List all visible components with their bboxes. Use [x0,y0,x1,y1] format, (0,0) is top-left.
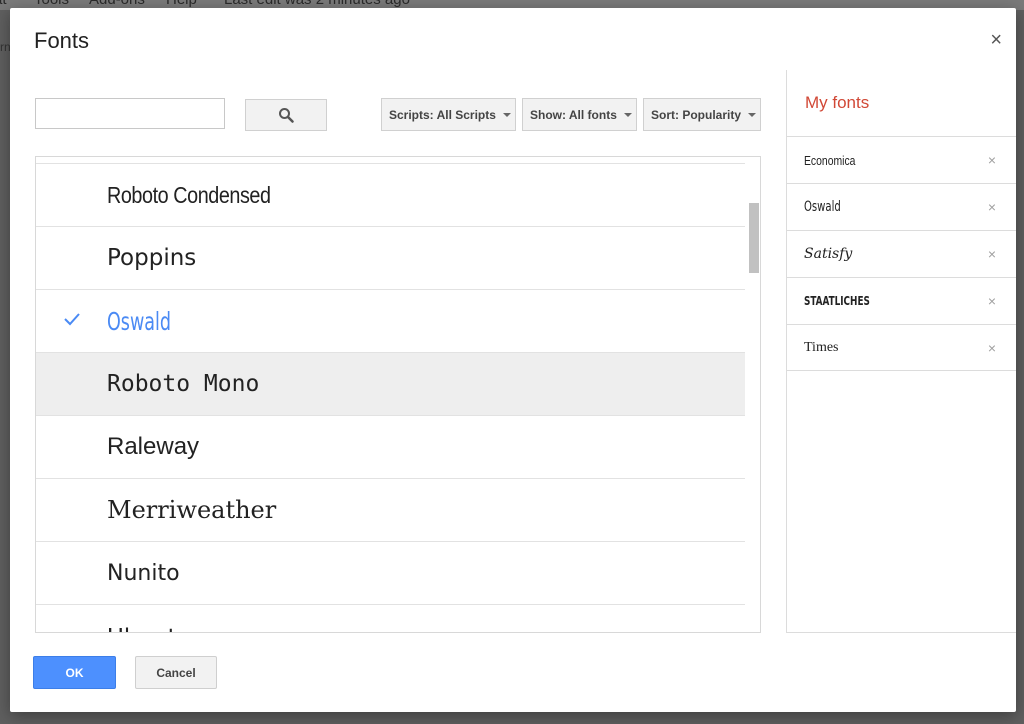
font-row-poppins[interactable]: Poppins [36,226,745,289]
my-font-name: Oswald [804,199,841,215]
remove-icon[interactable]: × [988,199,996,215]
close-icon[interactable]: × [990,30,1002,50]
font-row-merriweather[interactable]: Merriweather [36,478,745,541]
cancel-button[interactable]: Cancel [135,656,217,689]
font-name: Roboto Mono [107,371,260,397]
my-font-name: Economica [804,152,856,168]
sort-dropdown-label: Sort: Popularity [651,107,742,122]
sort-dropdown[interactable]: Sort: Popularity [643,98,761,131]
bg-last-edit: Last edit was 2 minutes ago [224,0,410,8]
my-font-name: Times [804,339,839,355]
scrollbar-thumb[interactable] [749,203,759,273]
my-font-name: STAATLICHES [804,294,870,308]
font-list-scrollbar[interactable] [744,157,760,632]
font-list[interactable]: Roboto Condensed Poppins Oswald Roboto M… [35,156,761,633]
remove-icon[interactable]: × [988,152,996,168]
my-font-satisfy[interactable]: Satisfy × [787,230,1016,277]
fonts-dialog: Fonts × Scripts: All Scripts Show: All f… [10,8,1016,712]
font-row-raleway[interactable]: Raleway [36,415,745,478]
font-name: Oswald [107,306,172,336]
font-row-roboto-condensed[interactable]: Roboto Condensed [36,163,745,226]
bg-menu-help: Help [166,0,197,8]
font-row-oswald[interactable]: Oswald [36,289,745,352]
ok-button[interactable]: OK [33,656,116,689]
font-name: Nunito [107,560,180,586]
show-dropdown-label: Show: All fonts [530,107,617,122]
font-name: Ubuntu [107,625,191,632]
font-name: Poppins [107,245,197,271]
bg-menu-tools: Tools [34,0,69,8]
checkmark-icon [64,313,80,326]
font-name: Raleway [107,433,200,460]
chevron-down-icon [502,112,511,117]
font-name: Merriweather [107,496,277,524]
font-search-input[interactable] [35,98,225,129]
my-font-staatliches[interactable]: STAATLICHES × [787,277,1016,324]
my-fonts-title: My fonts [805,93,870,112]
font-name: Roboto Condensed [107,181,271,208]
scripts-dropdown-label: Scripts: All Scripts [389,107,496,122]
show-dropdown[interactable]: Show: All fonts [522,98,637,131]
remove-icon[interactable]: × [988,340,996,356]
font-row-roboto-mono[interactable]: Roboto Mono [36,352,745,415]
my-font-times[interactable]: Times × [787,324,1016,371]
bg-left-fragment: rn [0,40,11,54]
my-font-oswald[interactable]: Oswald × [787,183,1016,230]
my-fonts-panel: My fonts Economica × Oswald × Satisfy × … [786,70,1016,633]
my-font-economica[interactable]: Economica × [787,136,1016,183]
chevron-down-icon [748,112,757,117]
bg-menu-format: at [0,0,7,8]
remove-icon[interactable]: × [988,293,996,309]
font-row-ubuntu[interactable]: Ubuntu [36,604,745,632]
dialog-title: Fonts [34,28,90,53]
search-icon [279,108,294,123]
search-button[interactable] [245,99,327,131]
scripts-dropdown[interactable]: Scripts: All Scripts [381,98,516,131]
font-row-nunito[interactable]: Nunito [36,541,745,604]
bg-menu-addons: Add-ons [89,0,145,8]
my-font-name: Satisfy [804,246,853,262]
remove-icon[interactable]: × [988,246,996,262]
chevron-down-icon [623,112,632,117]
